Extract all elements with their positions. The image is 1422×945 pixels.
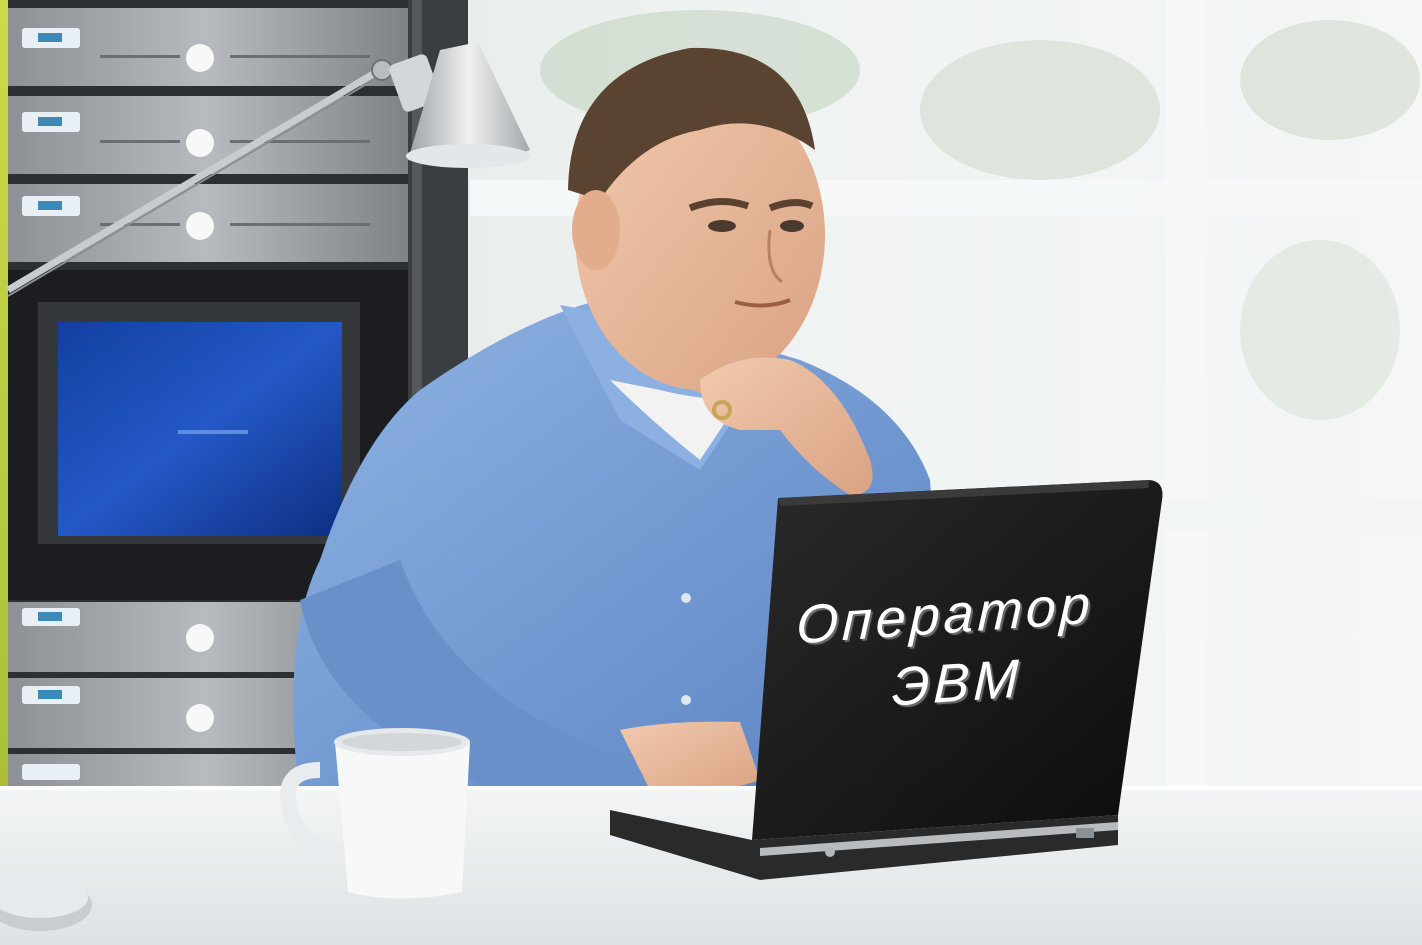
desk [0, 786, 1422, 945]
photo-illustration [0, 0, 1422, 945]
photo-scene: Оператор ЭВМ [0, 0, 1422, 945]
